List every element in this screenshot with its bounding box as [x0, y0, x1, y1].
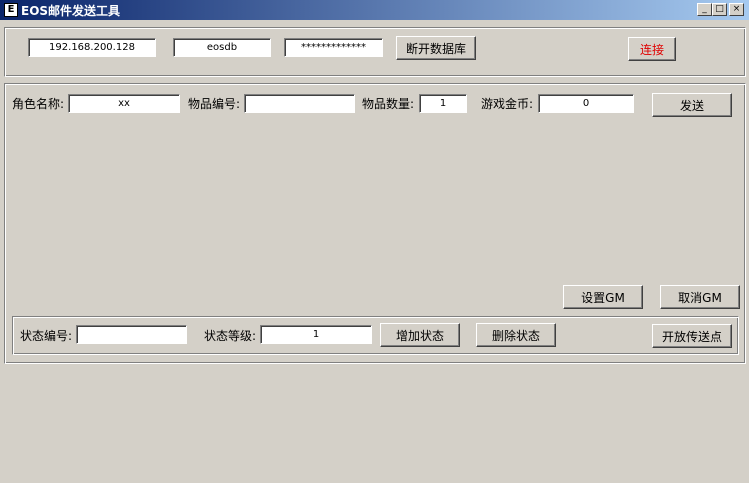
game-gold-label: 游戏金币:	[481, 97, 534, 111]
app-icon: E	[4, 3, 18, 17]
open-teleport-button[interactable]: 开放传送点	[652, 324, 732, 348]
status-id-label: 状态编号:	[20, 329, 73, 343]
status-id-input[interactable]	[76, 325, 187, 344]
status-level-label: 状态等级:	[204, 329, 257, 343]
host-input[interactable]: 192.168.200.128	[28, 38, 156, 57]
send-button[interactable]: 发送	[652, 93, 732, 117]
close-button[interactable]: ×	[729, 3, 744, 16]
database-input[interactable]: eosdb	[173, 38, 271, 57]
window-title: EOS邮件发送工具	[21, 4, 121, 18]
remove-status-button[interactable]: 删除状态	[476, 323, 556, 347]
status-level-input[interactable]: 1	[260, 325, 372, 344]
title-bar[interactable]: E EOS邮件发送工具 _ □ ×	[0, 0, 749, 20]
disconnect-database-button[interactable]: 断开数据库	[396, 36, 476, 60]
item-id-input[interactable]	[244, 94, 355, 113]
password-input[interactable]: *************	[284, 38, 383, 57]
cancel-gm-button[interactable]: 取消GM	[660, 285, 740, 309]
role-name-label: 角色名称:	[12, 97, 65, 111]
add-status-button[interactable]: 增加状态	[380, 323, 460, 347]
item-quantity-input[interactable]: 1	[419, 94, 467, 113]
minimize-button[interactable]: _	[697, 3, 712, 16]
maximize-button[interactable]: □	[712, 3, 727, 16]
role-name-input[interactable]: xx	[68, 94, 180, 113]
connect-button[interactable]: 连接	[628, 37, 676, 61]
game-gold-input[interactable]: 0	[538, 94, 634, 113]
item-quantity-label: 物品数量:	[362, 97, 415, 111]
set-gm-button[interactable]: 设置GM	[563, 285, 643, 309]
item-id-label: 物品编号:	[188, 97, 241, 111]
